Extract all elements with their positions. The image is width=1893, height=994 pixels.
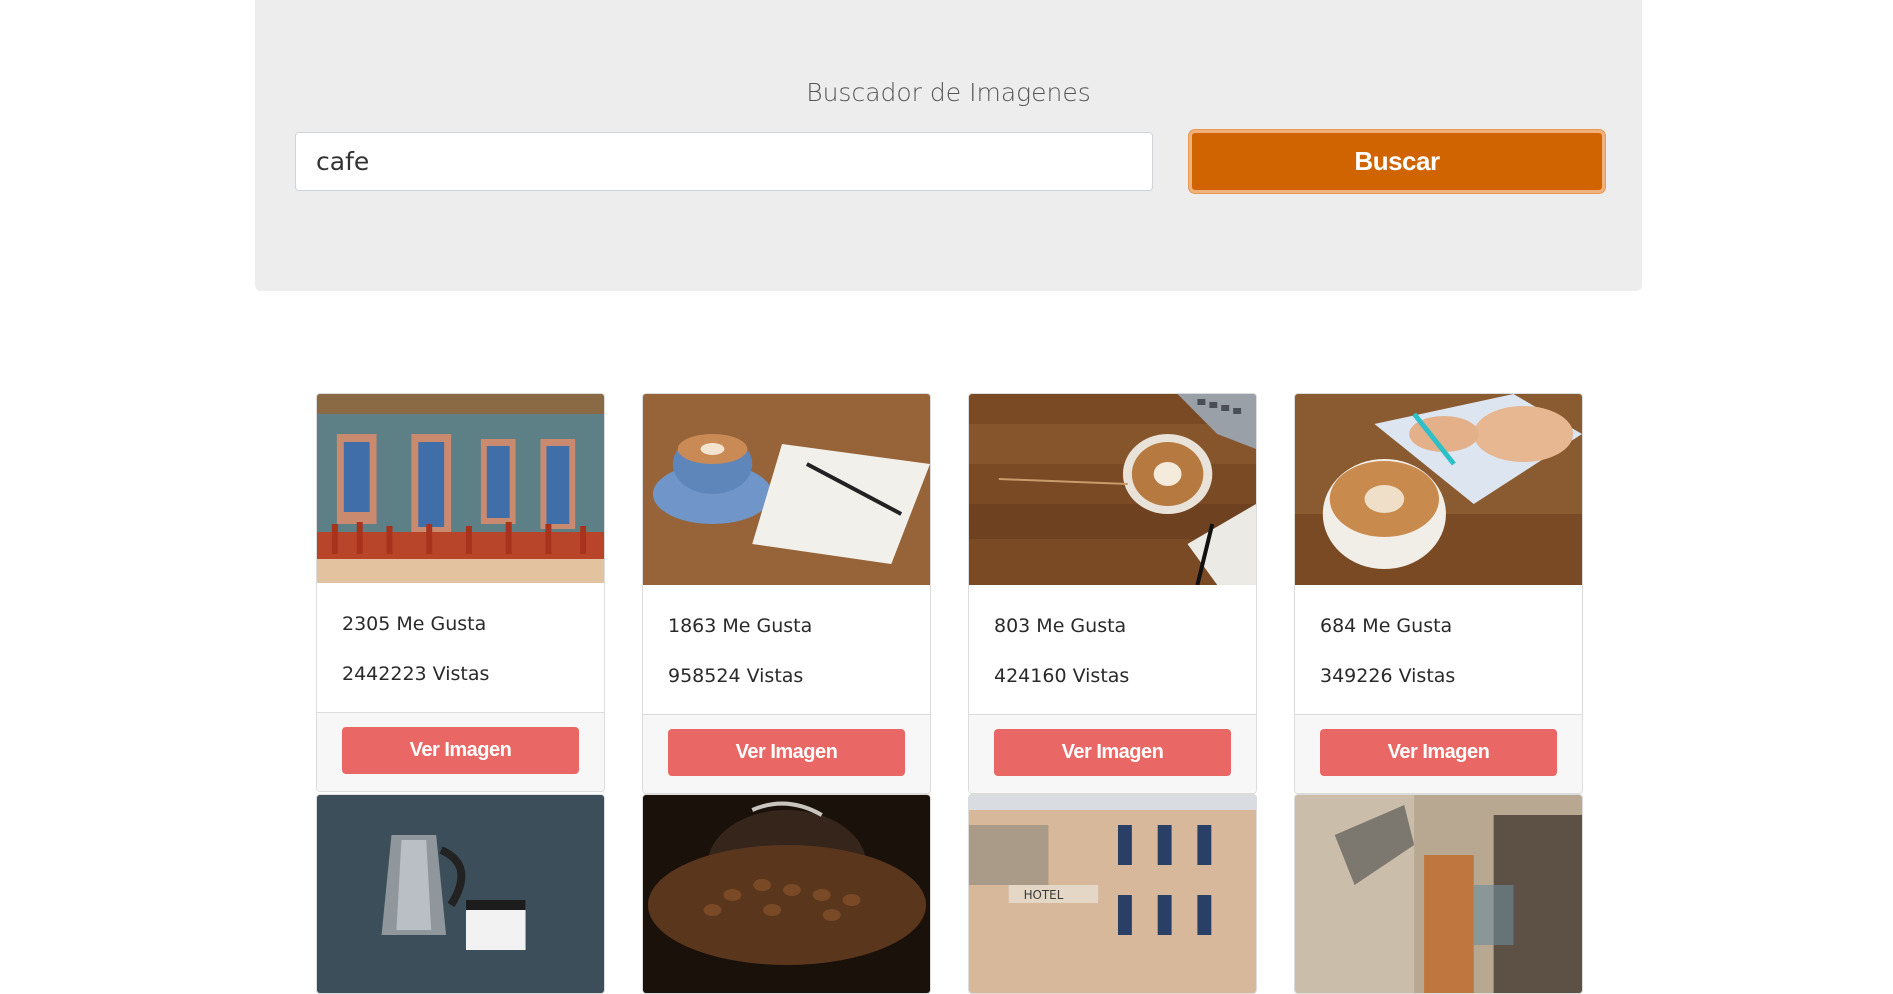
card-footer: Ver Imagen: [969, 714, 1256, 793]
likes-count: 803 Me Gusta: [994, 615, 1127, 637]
views-count: 958524 Vistas: [668, 665, 804, 687]
view-image-button[interactable]: Ver Imagen: [668, 729, 905, 776]
coffee-notebook-image: [643, 394, 930, 585]
image-card: 684 Me Gusta 349226 Vistas Ver Imagen: [1294, 393, 1583, 794]
latte-table-image: [969, 394, 1256, 585]
likes-count: 2305 Me Gusta: [342, 613, 487, 635]
view-image-button[interactable]: Ver Imagen: [994, 729, 1231, 776]
views-count: 424160 Vistas: [994, 665, 1130, 687]
hotel-building-image: HOTEL: [969, 795, 1256, 993]
card-body: 803 Me Gusta 424160 Vistas: [969, 585, 1256, 714]
blurred-street-image: [1295, 795, 1582, 993]
coffee-beans-image: [643, 795, 930, 993]
svg-text:HOTEL: HOTEL: [1024, 888, 1064, 902]
image-card: HOTEL: [968, 794, 1257, 994]
card-body: 1863 Me Gusta 958524 Vistas: [643, 585, 930, 714]
moka-pot-image: [317, 795, 604, 993]
image-card: 2305 Me Gusta 2442223 Vistas Ver Imagen: [316, 393, 605, 792]
card-footer: Ver Imagen: [317, 712, 604, 791]
image-card: 803 Me Gusta 424160 Vistas Ver Imagen: [968, 393, 1257, 794]
image-card: [316, 794, 605, 994]
cafe-street-image: [317, 394, 604, 583]
image-card: [1294, 794, 1583, 994]
view-image-button[interactable]: Ver Imagen: [1320, 729, 1557, 776]
view-image-button[interactable]: Ver Imagen: [342, 727, 579, 774]
search-panel: Buscador de Imagenes Buscar: [255, 0, 1642, 291]
card-footer: Ver Imagen: [643, 714, 930, 793]
card-body: 684 Me Gusta 349226 Vistas: [1295, 585, 1582, 714]
image-card: [642, 794, 931, 994]
search-input[interactable]: [295, 132, 1153, 191]
latte-writing-image: [1295, 394, 1582, 585]
page-title: Buscador de Imagenes: [806, 78, 1091, 107]
card-footer: Ver Imagen: [1295, 714, 1582, 793]
image-card: 1863 Me Gusta 958524 Vistas Ver Imagen: [642, 393, 931, 794]
views-count: 349226 Vistas: [1320, 665, 1456, 687]
likes-count: 684 Me Gusta: [1320, 615, 1453, 637]
likes-count: 1863 Me Gusta: [668, 615, 813, 637]
card-body: 2305 Me Gusta 2442223 Vistas: [317, 583, 604, 712]
search-button[interactable]: Buscar: [1189, 130, 1605, 193]
views-count: 2442223 Vistas: [342, 663, 490, 685]
